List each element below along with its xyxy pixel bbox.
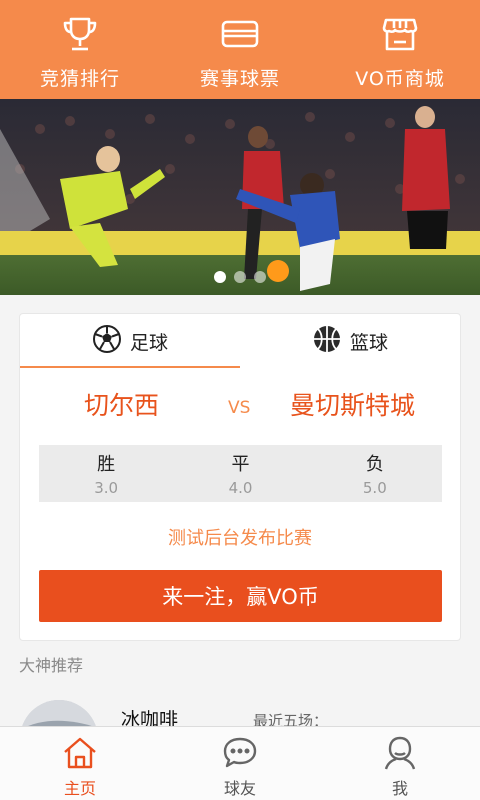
expert-list-item[interactable]: 冰咖啡 最近五场： — [0, 690, 480, 730]
store-icon — [380, 14, 420, 54]
odd-win[interactable]: 胜 3.0 — [39, 445, 173, 502]
nav-label: 球友 — [223, 779, 256, 798]
menu-item-store[interactable]: VO币商城 — [320, 0, 480, 99]
odds-panel: 胜 3.0 平 4.0 负 5.0 — [39, 445, 442, 502]
vs-label: VS — [228, 398, 251, 418]
top-menu: 竞猜排行 赛事球票 VO币商城 — [0, 0, 480, 99]
basketball-icon — [312, 324, 342, 359]
away-team: 曼切斯特城 — [290, 391, 416, 420]
menu-item-tickets[interactable]: 赛事球票 — [160, 0, 320, 99]
odd-value: 5.0 — [362, 479, 387, 497]
menu-label: 赛事球票 — [199, 68, 280, 90]
carousel-dot[interactable] — [214, 271, 226, 283]
place-bet-button[interactable]: 来一注，赢VO币 — [39, 570, 442, 622]
trophy-icon — [60, 14, 100, 54]
odd-value: 3.0 — [94, 479, 119, 497]
home-team: 切尔西 — [84, 391, 160, 420]
section-title-experts: 大神推荐 — [19, 656, 84, 675]
menu-label: VO币商城 — [355, 68, 445, 90]
tab-football[interactable]: 足球 — [20, 314, 240, 368]
odd-lose[interactable]: 负 5.0 — [308, 445, 442, 502]
odd-value: 4.0 — [228, 479, 253, 497]
ticket-icon — [220, 14, 260, 54]
odd-draw[interactable]: 平 4.0 — [173, 445, 307, 502]
chat-icon — [222, 735, 258, 771]
menu-item-ranking[interactable]: 竞猜排行 — [0, 0, 160, 99]
carousel-dot[interactable] — [234, 271, 246, 283]
match-teams: 切尔西 VS 曼切斯特城 — [20, 386, 460, 430]
odd-label: 负 — [365, 454, 384, 475]
soccer-ball-icon — [92, 324, 122, 359]
menu-label: 竞猜排行 — [39, 68, 120, 90]
carousel-dot[interactable] — [254, 271, 266, 283]
tab-label: 篮球 — [349, 331, 388, 354]
sport-tabs: 足球 篮球 — [20, 314, 460, 368]
home-icon — [62, 735, 98, 771]
nav-label: 主页 — [63, 779, 96, 798]
person-icon — [382, 735, 418, 771]
odd-label: 平 — [231, 454, 250, 475]
nav-label: 我 — [391, 779, 408, 798]
carousel-indicator — [0, 271, 480, 283]
tab-label: 足球 — [129, 331, 168, 354]
nav-friends[interactable]: 球友 — [160, 727, 320, 800]
odd-label: 胜 — [97, 454, 116, 475]
match-card: 足球 篮球 切尔西 VS 曼切斯特城 胜 3.0 平 4.0 负 5.0 测试后… — [19, 313, 461, 641]
banner-carousel[interactable] — [0, 99, 480, 295]
tab-basketball[interactable]: 篮球 — [240, 314, 460, 368]
nav-home[interactable]: 主页 — [0, 727, 160, 800]
nav-me[interactable]: 我 — [320, 727, 480, 800]
banner-image — [0, 99, 480, 295]
match-description: 测试后台发布比赛 — [168, 528, 312, 549]
bottom-nav: 主页 球友 我 — [0, 726, 480, 800]
